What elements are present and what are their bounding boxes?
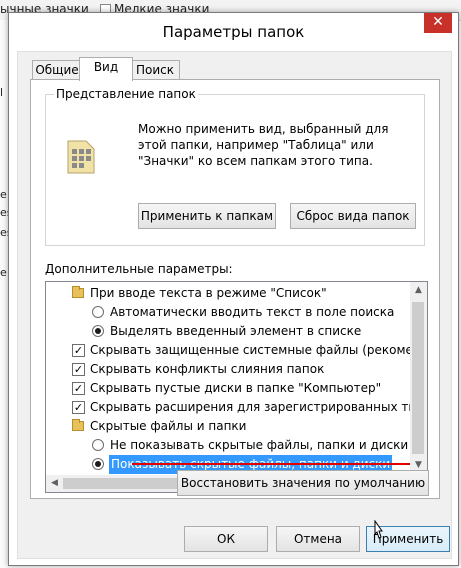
dialog-title: Параметры папок (162, 23, 305, 41)
tab-search[interactable]: Поиск (130, 60, 180, 80)
checkbox-hide-merge-conflicts[interactable]: ✓ (72, 363, 85, 376)
tab-general[interactable]: Общие (32, 60, 82, 80)
radio-auto-type-search[interactable] (92, 306, 104, 318)
left-pane-fragment: e (0, 188, 7, 201)
checkbox-hide-empty-drives[interactable]: ✓ (72, 382, 85, 395)
list-item-label: Выделять введенный элемент в списке (110, 324, 362, 338)
list-item-label: Скрывать конфликты слияния папок (90, 362, 325, 376)
list-item-label: Скрытые файлы и папки (90, 419, 247, 433)
scroll-up-arrow-icon[interactable]: ▲ (410, 285, 427, 295)
left-pane-fragment: e (0, 266, 7, 279)
folder-view-legend: Представление папок (54, 87, 198, 101)
dialog-titlebar[interactable]: Параметры папок ✕ (9, 13, 458, 51)
radio-dont-show-hidden[interactable] (92, 439, 104, 451)
cancel-button[interactable]: Отмена (276, 526, 360, 552)
left-pane-fragment: l (0, 86, 4, 99)
reset-folders-button[interactable]: Сброс вида папок (290, 203, 416, 229)
folder-view-group: Представление папок Можно применить вид,… (45, 87, 425, 246)
list-item-label: Скрывать защищенные системные файлы (рек… (90, 343, 421, 357)
list-item-label: Скрывать пустые диски в папке "Компьютер… (90, 381, 382, 395)
mouse-pointer-icon (374, 520, 383, 539)
vertical-scroll-thumb[interactable] (412, 302, 424, 454)
checkbox-hide-extensions[interactable]: ✓ (72, 401, 85, 414)
folder-view-icon (67, 140, 95, 174)
scroll-down-arrow-icon[interactable]: ▼ (410, 460, 427, 470)
radio-select-typed-item[interactable] (92, 325, 104, 337)
list-item-label: При вводе текста в режиме "Список" (90, 286, 327, 300)
folder-view-description: Можно применить вид, выбранный для этой … (138, 122, 389, 168)
apply-to-folders-button[interactable]: Применить к папкам (138, 203, 276, 229)
checkbox-hide-protected-files[interactable]: ✓ (72, 344, 85, 357)
tab-view[interactable]: Вид (79, 57, 133, 81)
advanced-settings-label: Дополнительные параметры: (45, 262, 233, 276)
restore-defaults-button[interactable]: Восстановить значения по умолчанию (177, 470, 429, 496)
ok-button[interactable]: ОК (184, 526, 268, 552)
folder-options-dialog: Параметры папок ✕ Общие Вид Поиск Предст… (8, 12, 459, 566)
list-item-label: Автоматически вводить текст в поле поиск… (110, 305, 395, 319)
view-tab-page: Представление папок Можно применить вид,… (30, 79, 440, 499)
vertical-scrollbar[interactable]: ▲ ▼ (410, 282, 427, 475)
list-item-label: Скрывать расширения для зарегистрированн… (90, 400, 428, 414)
folder-icon (72, 286, 84, 298)
list-item-label: Не показывать скрытые файлы, папки и дис… (110, 438, 409, 452)
close-icon: ✕ (432, 14, 444, 30)
advanced-settings-list[interactable]: При вводе текста в режиме "Список" Автом… (45, 281, 428, 493)
close-button[interactable]: ✕ (424, 13, 452, 33)
annotation-underline (132, 463, 410, 465)
scroll-left-arrow-icon[interactable]: ◀ (46, 478, 63, 488)
folder-icon (72, 419, 84, 431)
radio-show-hidden[interactable] (92, 458, 104, 470)
dialog-body: Общие Вид Поиск Представление папок Можн… (17, 51, 452, 559)
